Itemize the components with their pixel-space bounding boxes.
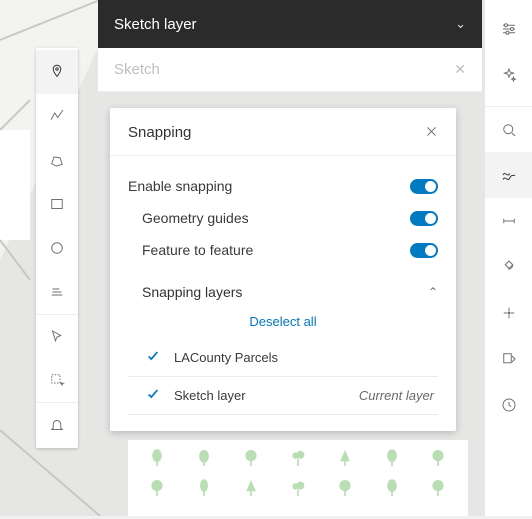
tree-icon	[290, 478, 306, 498]
tree-icon	[290, 448, 306, 468]
panel-subheader: Sketch ✕	[98, 48, 482, 92]
tree-icon	[243, 478, 259, 498]
tool-rectangle[interactable]	[36, 182, 78, 226]
check-icon	[146, 387, 160, 404]
layer-tag: Current layer	[359, 388, 438, 403]
symbol-gallery	[128, 440, 468, 516]
panel-header: Sketch layer ⌄	[98, 0, 482, 48]
rail-settings[interactable]	[485, 6, 532, 52]
enable-snapping-toggle[interactable]	[410, 179, 438, 194]
rail-sparkle[interactable]	[485, 52, 532, 98]
tree-icon	[337, 478, 353, 498]
tool-point[interactable]	[36, 50, 78, 94]
check-icon	[146, 349, 160, 366]
tree-icon	[337, 448, 353, 468]
rail-rotate[interactable]	[485, 244, 532, 290]
tool-circle[interactable]	[36, 226, 78, 270]
geometry-guides-toggle[interactable]	[410, 211, 438, 226]
tool-lasso-select[interactable]	[36, 358, 78, 402]
layer-name: Sketch layer	[174, 388, 345, 403]
tree-icon	[430, 478, 446, 498]
feature-to-feature-toggle[interactable]	[410, 243, 438, 258]
feature-to-feature-label: Feature to feature	[142, 242, 410, 258]
tree-icon	[243, 448, 259, 468]
tree-icon	[149, 478, 165, 498]
rail-search[interactable]	[485, 106, 532, 152]
layer-name: LACounty Parcels	[174, 350, 420, 365]
snapping-layers-title: Snapping layers	[142, 284, 428, 300]
tool-text[interactable]	[36, 270, 78, 314]
popup-title: Snapping	[128, 124, 425, 141]
tree-icon	[196, 448, 212, 468]
layer-row[interactable]: LACounty Parcels	[128, 339, 438, 377]
panel-title: Sketch layer	[114, 16, 455, 33]
right-rail	[484, 0, 532, 516]
rail-sketch-tool[interactable]	[485, 152, 532, 198]
tool-polyline[interactable]	[36, 94, 78, 138]
geometry-guides-label: Geometry guides	[142, 210, 410, 226]
tree-icon	[384, 448, 400, 468]
snapping-popup: Snapping Enable snapping Geometry guides…	[110, 108, 456, 431]
rail-target[interactable]	[485, 290, 532, 336]
popup-close-icon[interactable]	[425, 125, 438, 141]
layer-row[interactable]: Sketch layer Current layer	[128, 377, 438, 415]
tool-notify[interactable]	[36, 402, 78, 446]
tree-icon	[384, 478, 400, 498]
tree-icon	[430, 448, 446, 468]
tool-select[interactable]	[36, 314, 78, 358]
tree-icon	[149, 448, 165, 468]
panel-subtitle: Sketch	[114, 61, 454, 78]
rail-edit[interactable]	[485, 336, 532, 382]
panel-collapse-icon[interactable]: ⌄	[455, 16, 466, 32]
rail-clock[interactable]	[485, 382, 532, 428]
deselect-all-link[interactable]: Deselect all	[128, 306, 438, 339]
subheader-close-icon[interactable]: ✕	[454, 61, 466, 78]
tree-icon	[196, 478, 212, 498]
rail-measure[interactable]	[485, 198, 532, 244]
tool-polygon[interactable]	[36, 138, 78, 182]
left-toolbar	[36, 48, 78, 448]
enable-snapping-label: Enable snapping	[128, 178, 410, 194]
layers-collapse-icon[interactable]: ⌃	[428, 285, 438, 299]
